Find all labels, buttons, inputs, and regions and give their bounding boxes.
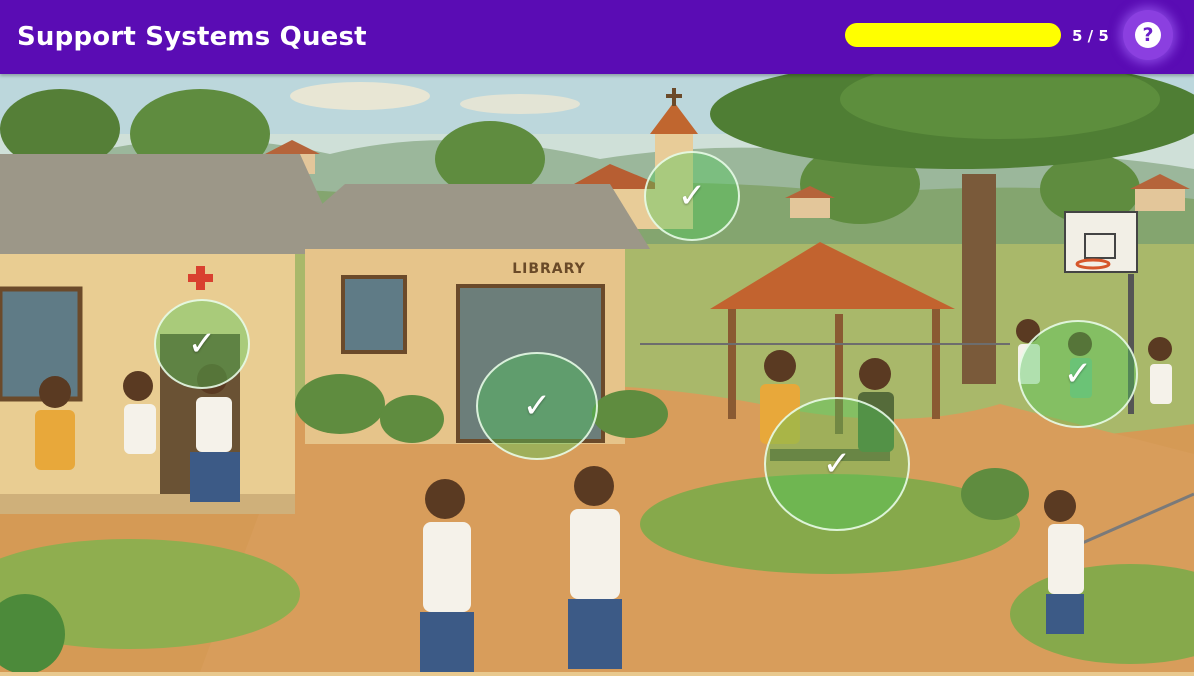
hotspot-church[interactable]: ✓ (644, 151, 740, 241)
progress-bar (845, 23, 1061, 47)
game-title: Support Systems Quest (17, 22, 367, 52)
check-icon: ✓ (1063, 354, 1093, 394)
hotspot-playground-friend[interactable]: ✓ (1018, 320, 1138, 428)
check-icon: ✓ (677, 176, 707, 216)
found-counter: 5 / 5 (1072, 27, 1109, 45)
hotspot-gazebo-counselor[interactable]: ✓ (764, 397, 910, 531)
help-icon: ? (1135, 22, 1161, 48)
progress-fill (845, 23, 1061, 47)
hotspot-clinic[interactable]: ✓ (154, 299, 250, 389)
check-icon: ✓ (187, 324, 217, 364)
check-icon: ✓ (822, 444, 852, 484)
help-button[interactable]: ? (1123, 10, 1173, 60)
village-scene: LIBRARY ✓ ✓ ✓ ✓ ✓ (0, 59, 1194, 674)
check-icon: ✓ (522, 386, 552, 426)
library-sign: LIBRARY (512, 261, 586, 277)
hotspot-library[interactable]: ✓ (476, 352, 598, 460)
top-bar: Support Systems Quest 5 / 5 ? (0, 0, 1194, 74)
